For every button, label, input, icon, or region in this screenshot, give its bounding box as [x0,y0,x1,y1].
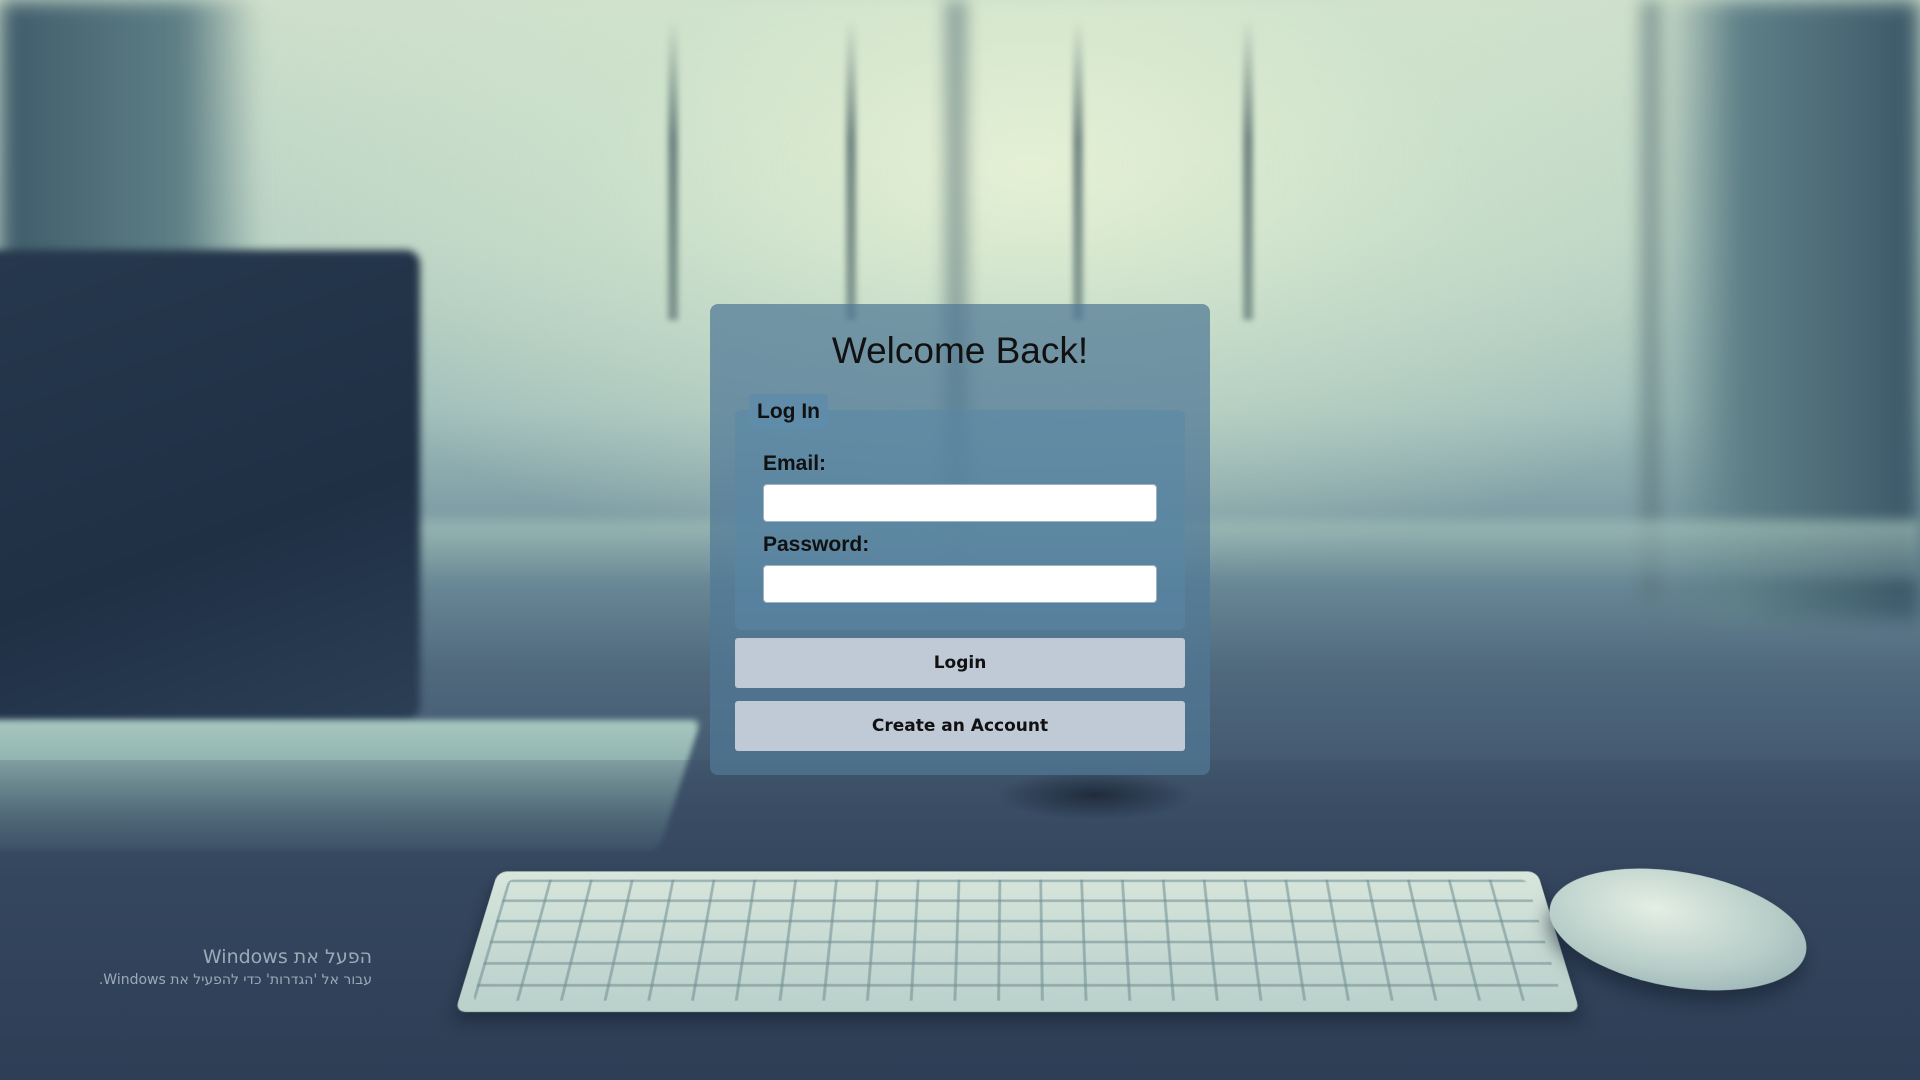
login-card: Welcome Back! Log In Email: Password: Lo… [710,304,1210,775]
candlestick [1073,20,1083,320]
laptop-screen [0,250,420,720]
candlestick [846,20,856,320]
window-mullion [1640,0,1662,600]
create-account-button[interactable]: Create an Account [735,701,1185,751]
email-field[interactable] [763,484,1157,522]
login-legend: Log In [749,394,828,430]
login-button[interactable]: Login [735,638,1185,688]
password-label: Password: [763,533,870,556]
candlestick [1243,20,1253,320]
email-label: Email: [763,452,827,475]
login-fieldset: Log In Email: Password: [735,394,1185,630]
windows-activation-watermark: הפעל את Windows עבור אל 'הגדרות' כדי להפ… [99,944,372,990]
activation-subtitle: עבור אל 'הגדרות' כדי להפעיל את Windows. [98,972,372,988]
keyboard [455,871,1580,1012]
password-field[interactable] [763,565,1157,603]
activation-title: הפעל את Windows [202,946,372,968]
monitor-stand-shadow [995,770,1195,820]
page-title: Welcome Back! [831,330,1089,371]
candlestick [668,20,678,320]
